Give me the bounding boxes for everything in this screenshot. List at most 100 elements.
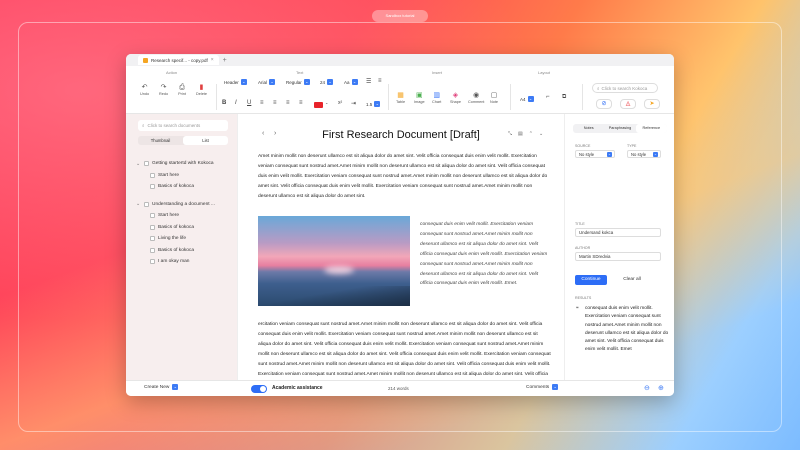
delete-button[interactable]: ▮ Delete [196,84,207,96]
text-color-swatch[interactable] [314,102,323,108]
zoom-out-icon[interactable]: ⊖ [644,384,650,392]
underline-icon[interactable]: U [247,100,251,106]
tab-notes[interactable]: Notes [573,124,604,133]
link-button[interactable]: ⊘ [596,99,612,109]
line-spacing-select[interactable]: 1.5 ⌄ [366,100,381,108]
italic-icon[interactable]: I [235,100,237,106]
checkbox[interactable] [150,259,155,265]
numbered-list-icon[interactable]: ≡ [378,78,382,84]
comments-button[interactable]: Comments ⌄ [526,384,559,390]
tree-item[interactable]: Basics of kokoca [136,181,236,193]
checkbox[interactable] [150,172,155,178]
body-paragraph[interactable]: Amet minim mollit non deserunt ullamco e… [258,152,552,202]
insert-comment-button[interactable]: ◉ Comment [468,92,484,104]
redo-button[interactable]: ↷ Redo [159,84,168,96]
tree-folder[interactable]: ⌄ Understanding a document ... [136,199,236,211]
checkbox[interactable] [144,161,149,167]
checkbox[interactable] [150,247,155,253]
layout-icon[interactable]: ▤ [518,131,523,137]
send-button[interactable]: ➤ [644,99,660,109]
send-icon: ➤ [649,101,655,107]
superscript-icon[interactable]: x² [338,100,342,106]
notification-button[interactable]: ◬ [620,99,636,109]
layout-group-title: Layout [538,70,551,75]
tree-item[interactable]: Basics of kokoca [136,245,236,257]
divider [510,84,511,110]
bold-icon[interactable]: B [222,100,226,106]
insert-table-button[interactable]: ▦ Table [396,92,405,104]
tree-item[interactable]: Basics of kokoca [136,222,236,234]
delete-icon: ▮ [199,84,204,91]
align-center-icon[interactable]: ≡ [273,100,277,106]
insert-shape-button[interactable]: ◈ Shape [450,92,461,104]
print-button[interactable]: ⎙ Print [178,84,186,96]
redo-icon: ↷ [160,84,167,91]
checkbox[interactable] [150,236,155,242]
image-icon: ▣ [415,92,423,99]
academic-assistance-toggle[interactable] [251,385,267,393]
zoom-in-icon[interactable]: ⊕ [658,384,664,392]
type-select[interactable]: No style ⌄ [627,150,661,158]
align-right-icon[interactable]: ≡ [286,100,290,106]
sidebar: ⌕ Click to search documents Thumbnail Lis… [126,114,238,384]
clear-all-button[interactable]: Clear all [617,275,647,285]
insert-note-button[interactable]: ▢ Note [490,92,498,104]
chevron-down-icon: ⌄ [136,201,141,208]
justify-icon[interactable]: ≡ [299,100,303,106]
global-search-input[interactable]: ⌕ Click to search Kokoca [592,83,658,93]
continue-button[interactable]: Continue [575,275,607,285]
create-new-button[interactable]: Create New ⌄ [144,384,179,390]
font-select[interactable]: Arial ⌄ [258,78,276,86]
chevron-up-icon[interactable]: ⌃ [529,131,533,137]
chevron-down-icon[interactable]: ⌄ [325,100,328,105]
result-text[interactable]: consequat duis enim velit mollit. Exerci… [585,305,669,355]
size-select[interactable]: 24 ⌄ [320,78,334,86]
document-search-input[interactable]: ⌕ Click to search documents [138,120,228,131]
undo-button[interactable]: ↶ Undo [140,84,149,96]
style-select[interactable]: Header ⌄ [224,78,247,86]
action-group-title: Action [166,70,178,75]
align-left-icon[interactable]: ≡ [260,100,264,106]
checkbox[interactable] [144,201,149,207]
author-field[interactable]: Martin SDredvia [575,252,661,261]
add-tab-icon[interactable]: + [223,57,227,64]
page-size-select[interactable]: A4 ⌄ [520,95,534,103]
orientation-icon[interactable]: ⌐ [546,94,550,100]
results-label: RESULTS [575,296,592,300]
author-label: AUTHOR [575,246,591,250]
margins-icon[interactable]: ⧉ [562,94,566,101]
tree-item[interactable]: Living the life [136,233,236,245]
divider [216,84,217,110]
tree-item[interactable]: Start here [136,210,236,222]
shape-icon: ◈ [452,92,459,99]
italic-paragraph[interactable]: consequat duis enim velit mollit. Exerci… [420,220,552,289]
tree-item[interactable]: Start here [136,170,236,182]
checkbox[interactable] [150,184,155,190]
panel-tabs: Notes Paraphrasing Reference [573,124,667,133]
tree-item[interactable]: I am okay man [136,256,236,268]
case-select[interactable]: Aa ⌄ [344,78,358,86]
title-field[interactable]: Undersand kokca [575,228,661,237]
tab-reference[interactable]: Reference [635,124,667,133]
tab-thumbnail[interactable]: Thumbnail [138,136,183,145]
list-icon[interactable]: ☰ [366,78,371,85]
body-paragraph[interactable]: ercitation veniam consequat sunt nostrud… [258,320,552,380]
chevron-down-icon[interactable]: ⌄ [539,131,543,137]
expand-icon[interactable]: ⤡ [508,131,512,137]
tab-paraphrasing[interactable]: Paraphrasing [604,124,635,133]
status-bar: Create New ⌄ Academic assistance 214 word… [126,380,674,396]
checkbox[interactable] [150,224,155,230]
sunset-photo[interactable] [258,216,410,306]
insert-image-button[interactable]: ▣ Image [414,92,425,104]
chevron-down-icon: ⌄ [269,79,276,85]
indent-icon[interactable]: ⇥ [351,100,356,107]
tree-folder[interactable]: ⌄ Getting startertd with Kokoca [136,158,236,170]
checkbox[interactable] [150,213,155,219]
source-select[interactable]: No style ⌄ [575,150,615,158]
insert-chart-button[interactable]: ▥ Chart [432,92,441,104]
chevron-down-icon: ⌄ [240,79,247,85]
close-icon[interactable]: × [211,57,214,63]
tab-list[interactable]: List [183,136,228,145]
weight-select[interactable]: Regular ⌄ [286,78,310,86]
document-tab[interactable]: Research specif... - copy.pdf × [138,55,219,65]
